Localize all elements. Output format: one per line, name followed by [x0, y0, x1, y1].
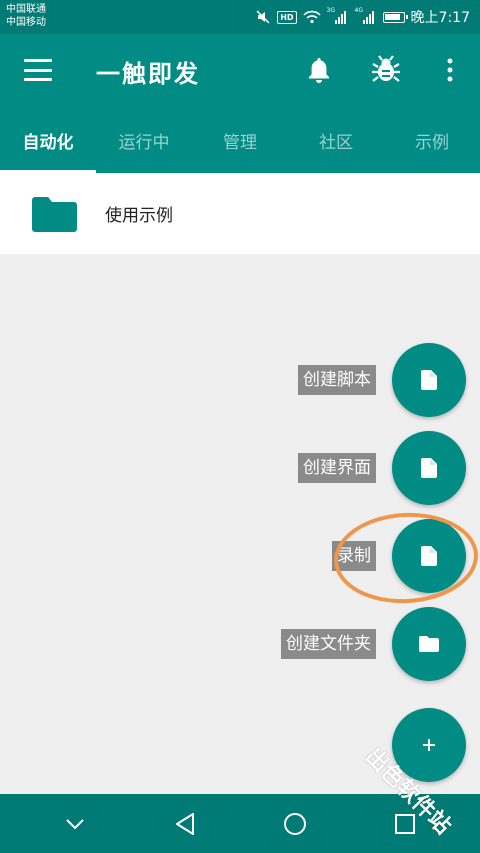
status-icons: HD 3G 4G 晚上7:17	[255, 6, 470, 28]
list-item[interactable]: 使用示例	[0, 173, 480, 254]
carrier-info: 中国联通 中国移动	[6, 3, 46, 29]
tab-examples[interactable]: 示例	[384, 108, 480, 173]
carrier-1: 中国联通	[6, 4, 46, 15]
fab-create-folder-row: 创建文件夹	[281, 607, 466, 681]
signal-2-icon: 4G	[354, 7, 377, 24]
hd-badge: HD	[277, 10, 297, 24]
fab-create-script-button[interactable]	[392, 343, 466, 417]
mute-icon	[255, 9, 271, 25]
wifi-icon	[302, 10, 321, 24]
carrier-2: 中国移动	[6, 17, 46, 28]
home-circle-icon[interactable]	[275, 804, 315, 844]
tab-manage[interactable]: 管理	[192, 108, 288, 173]
app-title: 一触即发	[96, 60, 200, 88]
fab-create-ui-button[interactable]	[392, 431, 466, 505]
tab-automation[interactable]: 自动化	[0, 108, 96, 173]
file-icon	[421, 546, 437, 566]
list-item-label: 使用示例	[105, 206, 173, 226]
bell-icon[interactable]	[303, 54, 335, 86]
fab-create-ui-row: 创建界面	[298, 431, 466, 505]
signal-1-icon: 3G	[326, 7, 349, 24]
folder-icon	[419, 636, 439, 652]
fab-record-label[interactable]: 录制	[332, 541, 376, 571]
more-vert-icon[interactable]	[434, 54, 466, 86]
signal-2-label: 4G	[354, 7, 364, 14]
status-bar: 中国联通 中国移动 HD 3G 4G 晚上7:17	[0, 0, 480, 34]
fab-create-script-row: 创建脚本	[298, 343, 466, 417]
fab-record-button[interactable]	[392, 519, 466, 593]
plus-icon	[423, 739, 435, 751]
app-bar: 一触即发	[0, 34, 480, 108]
folder-icon	[32, 196, 77, 232]
fab-create-folder-button[interactable]	[392, 607, 466, 681]
battery-icon	[382, 11, 408, 23]
fab-record-row: 录制	[332, 519, 466, 593]
chevron-down-icon[interactable]	[55, 804, 95, 844]
signal-1-label: 3G	[326, 7, 336, 14]
back-triangle-icon[interactable]	[165, 804, 205, 844]
fab-create-script-label[interactable]: 创建脚本	[298, 365, 376, 395]
file-icon	[421, 370, 437, 390]
menu-icon[interactable]	[24, 56, 52, 84]
tab-community[interactable]: 社区	[288, 108, 384, 173]
fab-create-ui-label[interactable]: 创建界面	[298, 453, 376, 483]
clock: 晚上7:17	[410, 10, 470, 26]
script-list: 使用示例	[0, 173, 480, 254]
tab-bar: 自动化 运行中 管理 社区 示例	[0, 108, 480, 173]
file-icon	[421, 458, 437, 478]
tab-running[interactable]: 运行中	[96, 108, 192, 173]
fab-create-folder-label[interactable]: 创建文件夹	[281, 629, 376, 659]
bug-icon[interactable]	[370, 54, 402, 86]
